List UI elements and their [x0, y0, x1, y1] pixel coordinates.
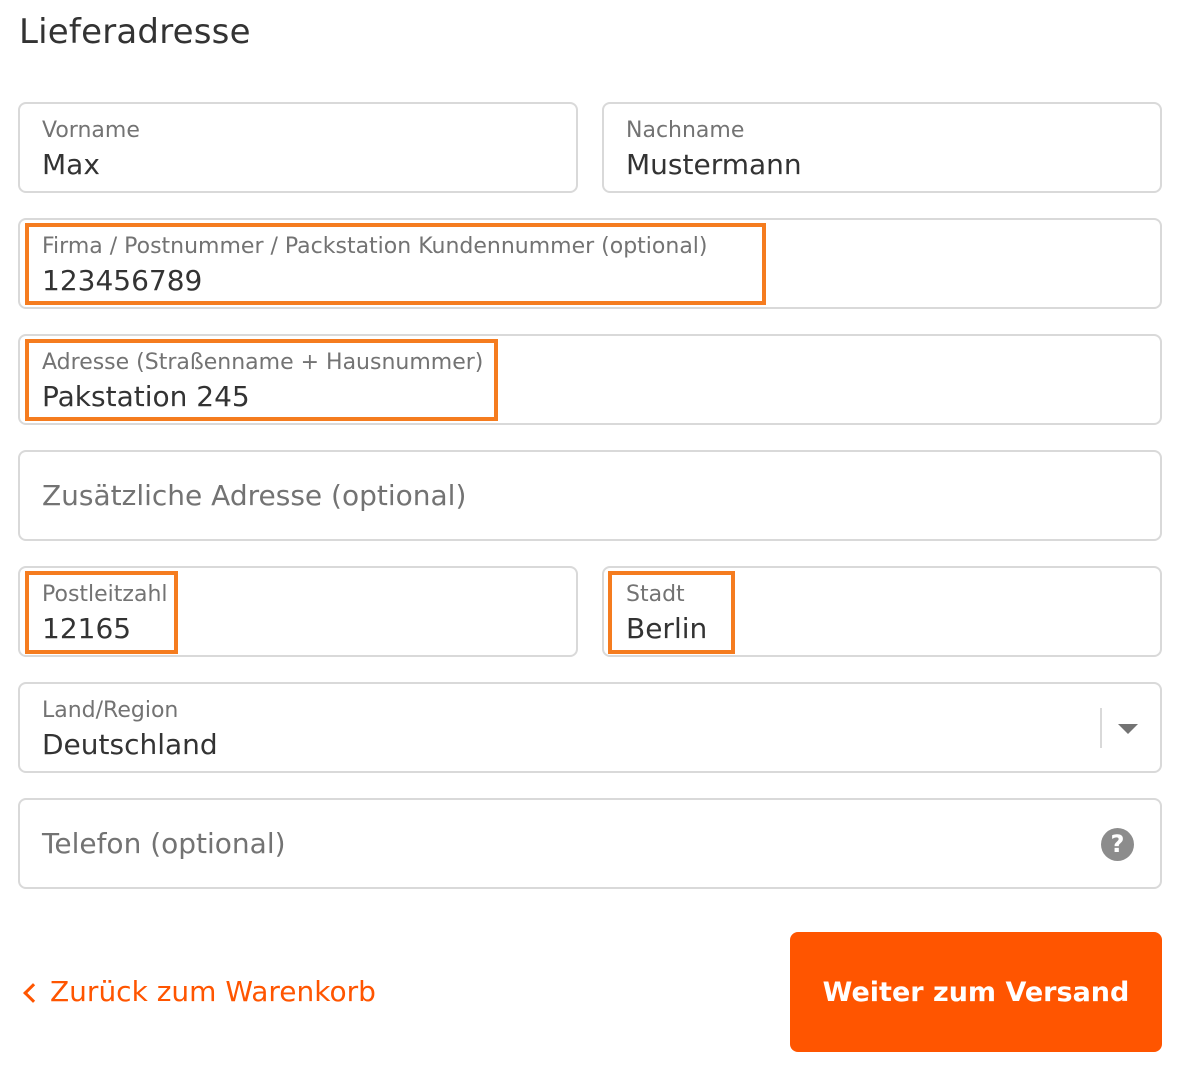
phone-placeholder: Telefon (optional): [42, 827, 286, 860]
company-value[interactable]: 123456789: [42, 264, 202, 297]
first-name-label: Vorname: [42, 118, 140, 143]
page-title: Lieferadresse: [19, 12, 251, 52]
chevron-left-icon: [23, 982, 43, 1003]
back-to-cart-label: Zurück zum Warenkorb: [50, 975, 376, 1008]
first-name-field[interactable]: Vorname Max: [18, 102, 578, 193]
question-circle-icon[interactable]: ?: [1101, 828, 1134, 861]
company-label: Firma / Postnummer / Packstation Kundenn…: [42, 234, 708, 259]
address2-field[interactable]: Zusätzliche Adresse (optional): [18, 450, 1162, 541]
select-divider: [1100, 708, 1102, 748]
last-name-value[interactable]: Mustermann: [626, 148, 802, 181]
city-value[interactable]: Berlin: [626, 612, 707, 645]
postal-code-field[interactable]: Postleitzahl 12165: [18, 566, 578, 657]
city-label: Stadt: [626, 582, 685, 607]
chevron-down-icon[interactable]: [1118, 724, 1138, 734]
back-to-cart-link[interactable]: Zurück zum Warenkorb: [20, 975, 376, 1008]
country-label: Land/Region: [42, 698, 179, 723]
company-field[interactable]: Firma / Postnummer / Packstation Kundenn…: [18, 218, 1162, 309]
address-value[interactable]: Pakstation 245: [42, 380, 250, 413]
address-field[interactable]: Adresse (Straßenname + Hausnummer) Pakst…: [18, 334, 1162, 425]
address-label: Adresse (Straßenname + Hausnummer): [42, 350, 484, 375]
postal-code-value[interactable]: 12165: [42, 612, 131, 645]
phone-field[interactable]: Telefon (optional) ?: [18, 798, 1162, 889]
last-name-field[interactable]: Nachname Mustermann: [602, 102, 1162, 193]
postal-code-label: Postleitzahl: [42, 582, 168, 607]
city-field[interactable]: Stadt Berlin: [602, 566, 1162, 657]
last-name-label: Nachname: [626, 118, 745, 143]
country-value[interactable]: Deutschland: [42, 728, 218, 761]
country-select[interactable]: Land/Region Deutschland: [18, 682, 1162, 773]
first-name-value[interactable]: Max: [42, 148, 100, 181]
continue-to-shipping-button[interactable]: Weiter zum Versand: [790, 932, 1162, 1052]
address2-placeholder: Zusätzliche Adresse (optional): [42, 479, 467, 512]
